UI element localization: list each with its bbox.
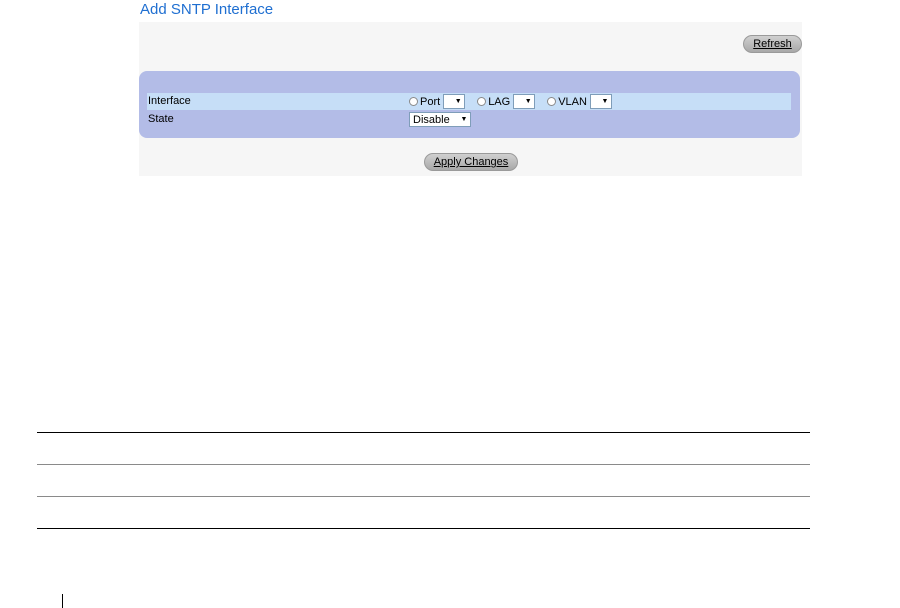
chevron-down-icon: ▼ [454,98,462,105]
state-select[interactable]: Disable ▼ [409,112,471,127]
divider [37,464,810,465]
lag-select[interactable]: ▼ [513,94,536,109]
apply-changes-button[interactable]: Apply Changes [424,153,518,171]
port-radio[interactable] [409,97,418,106]
divider [37,432,810,433]
interface-form: Interface Port ▼ LAG ▼ VLAN ▼ State Disa… [139,71,800,138]
lag-radio[interactable] [477,97,487,106]
vlan-select[interactable]: ▼ [589,94,612,109]
chevron-down-icon: ▼ [460,116,468,123]
divider [37,496,810,497]
interface-label: Interface [148,95,191,107]
interface-controls: Port ▼ LAG ▼ VLAN ▼ [409,93,624,110]
page-title: Add SNTP Interface [140,1,274,18]
lag-radio-label: LAG [488,95,511,108]
state-label: State [148,113,174,125]
port-radio-label: Port [420,95,441,108]
state-controls: Disable ▼ [409,111,471,128]
interface-row: Interface Port ▼ LAG ▼ VLAN ▼ [147,93,791,110]
page-margin-bar [62,594,63,608]
chevron-down-icon: ▼ [601,98,609,105]
refresh-button[interactable]: Refresh [743,35,802,53]
port-select[interactable]: ▼ [443,94,466,109]
state-select-value: Disable [413,113,450,126]
vlan-radio[interactable] [547,97,557,106]
vlan-radio-label: VLAN [558,95,587,108]
divider [37,528,810,529]
chevron-down-icon: ▼ [524,98,532,105]
state-row: State Disable ▼ [147,111,791,128]
